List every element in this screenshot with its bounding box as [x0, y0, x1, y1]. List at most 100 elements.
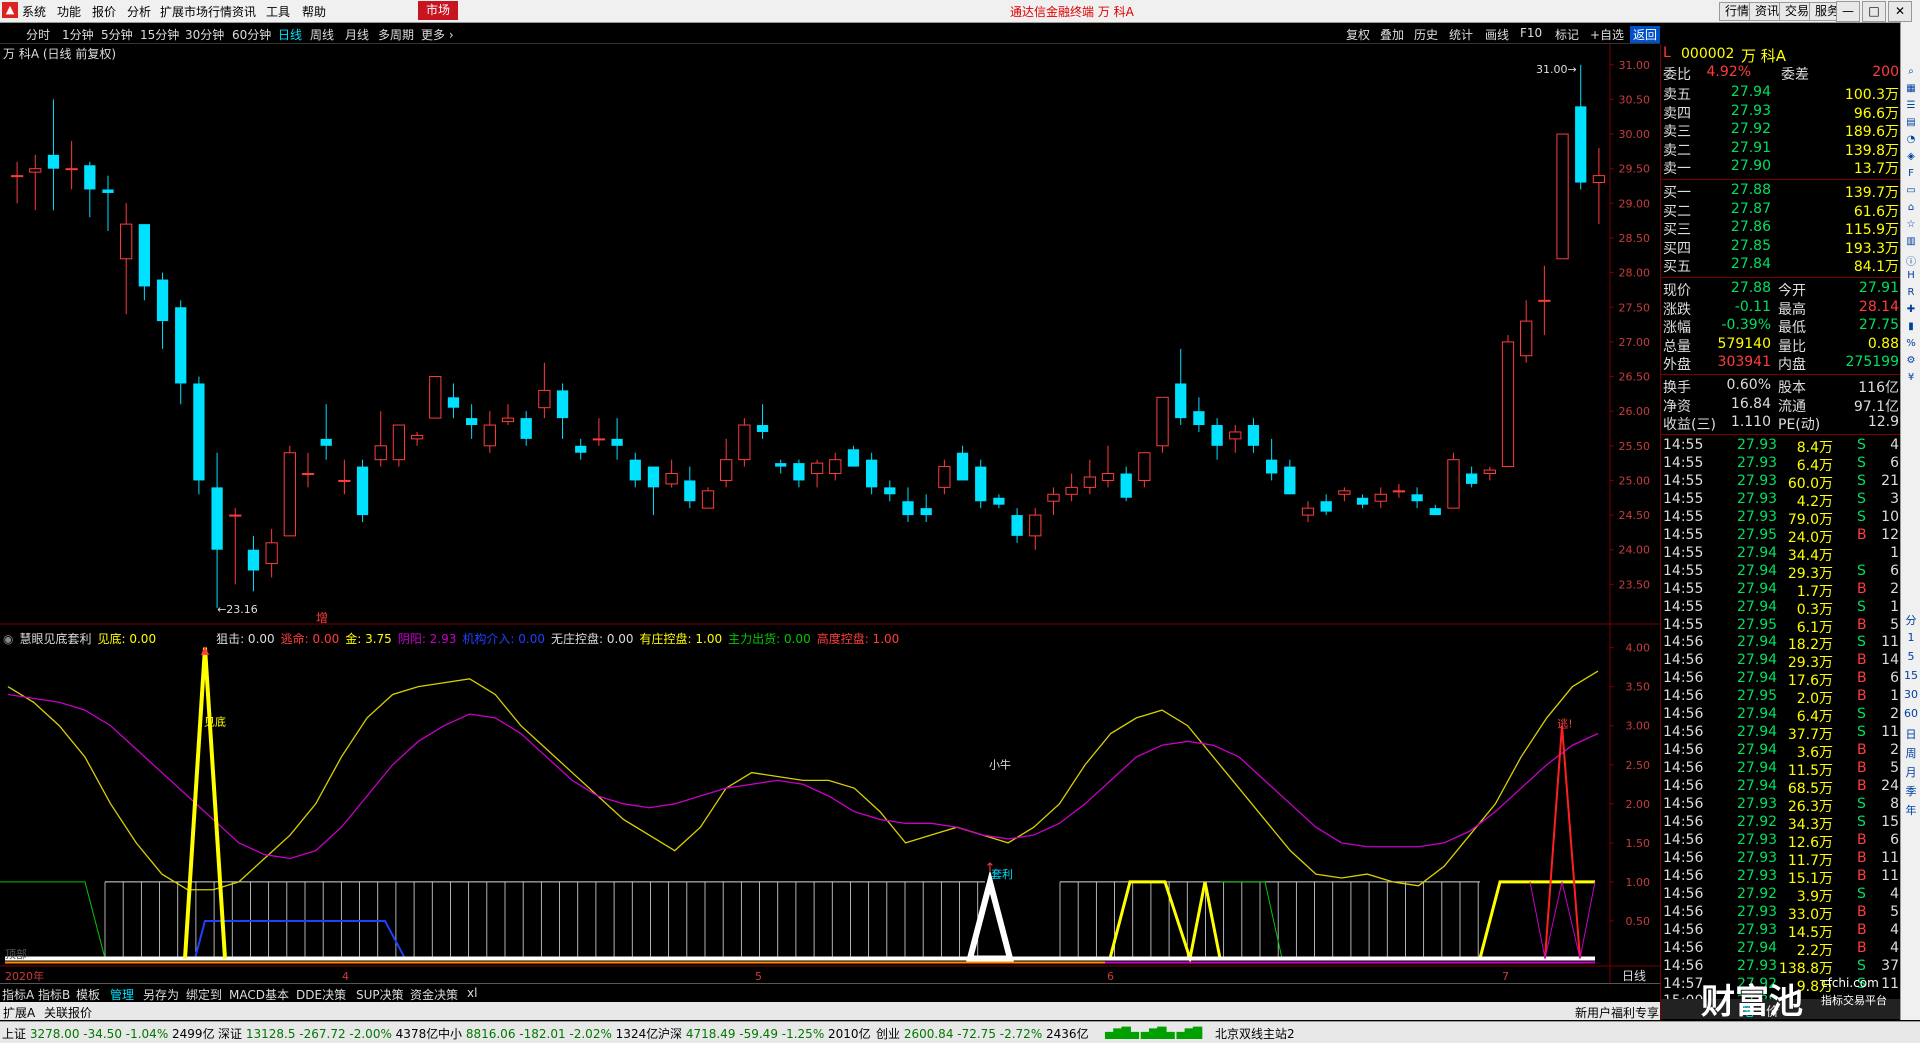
indicator-tab-4[interactable]: 另存为 [143, 986, 179, 1003]
period-6[interactable]: 日线 [278, 26, 302, 43]
market-tab[interactable]: 市场 [418, 1, 459, 20]
tool-3[interactable]: 统计 [1449, 26, 1473, 43]
plus-icon[interactable]: ✚ [1903, 304, 1919, 319]
tool-4[interactable]: 画线 [1485, 26, 1509, 43]
orderbook-row[interactable]: 买一 27.88 139.7万 [1661, 182, 1901, 201]
menu-item-5[interactable]: 资讯 [232, 3, 256, 20]
menu-item-1[interactable]: 功能 [57, 3, 81, 20]
list-icon[interactable]: ☰ [1903, 100, 1919, 115]
period-5[interactable]: 60分钟 [232, 26, 271, 43]
tool-0[interactable]: 复权 [1346, 26, 1370, 43]
cash-icon[interactable]: ¥ [1903, 372, 1919, 387]
indicator-name[interactable]: 慧眼见底套利 [19, 632, 91, 646]
period-0[interactable]: 分时 [26, 26, 50, 43]
sidebar-period-0[interactable]: 分 [1903, 612, 1919, 627]
indicator-tab-2[interactable]: 模板 [76, 986, 100, 1003]
tool-5[interactable]: F10 [1520, 26, 1542, 40]
close-icon[interactable]: ✕ [1888, 1, 1912, 22]
search-icon[interactable]: ⌕ [1903, 66, 1919, 81]
sidebar-period-10[interactable]: 年 [1903, 802, 1919, 817]
menu-item-0[interactable]: 系统 [22, 3, 46, 20]
sidebar-period-1[interactable]: 1 [1903, 631, 1919, 646]
indicator-tab-3[interactable]: 管理 [110, 986, 134, 1003]
period-10[interactable]: 更多 › [421, 26, 454, 43]
menu-item-3[interactable]: 分析 [127, 3, 151, 20]
sub-bar-right[interactable]: 关联报价 [44, 1004, 92, 1021]
rate-icon[interactable]: % [1903, 338, 1919, 353]
tool-2[interactable]: 历史 [1414, 26, 1438, 43]
sidebar-period-6[interactable]: 日 [1903, 726, 1919, 741]
orderbook-row[interactable]: 卖一 27.90 13.7万 [1661, 158, 1901, 177]
period-1[interactable]: 1分钟 [62, 26, 94, 43]
tool-8[interactable]: 返回 [1630, 26, 1660, 43]
period-8[interactable]: 月线 [345, 26, 369, 43]
indicator-tab-7[interactable]: DDE决策 [296, 986, 346, 1003]
sidebar-period-9[interactable]: 季 [1903, 783, 1919, 798]
sub-bar-left[interactable]: 扩展A [3, 1004, 35, 1021]
period-3[interactable]: 15分钟 [140, 26, 179, 43]
indicator-tab-9[interactable]: 资金决策 [410, 986, 458, 1003]
tool-6[interactable]: 标记 [1555, 26, 1579, 43]
orderbook-row[interactable]: 买二 27.87 61.6万 [1661, 201, 1901, 220]
grid-icon[interactable]: ▦ [1903, 83, 1919, 98]
indicator-tab-0[interactable]: 指标A [2, 986, 34, 1003]
index-item[interactable]: 创业 2600.84 -72.75 -2.72% 2436亿 [876, 1025, 1089, 1042]
orderbook-row[interactable]: 买五 27.84 84.1万 [1661, 256, 1901, 275]
bell-icon[interactable]: ◔ [1903, 134, 1919, 149]
news-icon[interactable]: ▥ [1903, 236, 1919, 251]
indicator-tab-10[interactable]: xl [467, 986, 477, 1000]
maximize-icon[interactable]: □ [1862, 1, 1886, 22]
menu-item-6[interactable]: 工具 [266, 3, 290, 20]
index-item[interactable]: 中小 8816.06 -182.01 -2.02% 1324亿 [438, 1025, 658, 1042]
indicator-name-icon[interactable]: ◉ [3, 632, 13, 646]
tool-7[interactable]: +自选 [1590, 26, 1624, 43]
sidebar-period-4[interactable]: 30 [1903, 688, 1919, 703]
period-4[interactable]: 30分钟 [185, 26, 224, 43]
period-2[interactable]: 5分钟 [101, 26, 133, 43]
sidebar-period-5[interactable]: 60 [1903, 707, 1919, 722]
minimize-icon[interactable]: — [1836, 1, 1860, 22]
orderbook-row[interactable]: 卖五 27.94 100.3万 [1661, 84, 1901, 103]
gear-icon[interactable]: ⚙ [1903, 355, 1919, 370]
f10-icon[interactable]: F [1903, 168, 1919, 183]
sidebar-period-3[interactable]: 15 [1903, 669, 1919, 684]
period-9[interactable]: 多周期 [378, 26, 414, 43]
orderbook-row[interactable]: 卖三 27.92 189.6万 [1661, 121, 1901, 140]
info-icon[interactable]: ⓘ [1903, 253, 1919, 268]
price-tick-label: 24.00 [1619, 544, 1651, 557]
orderbook-row[interactable]: 买四 27.85 193.3万 [1661, 238, 1901, 257]
sidebar-period-2[interactable]: 5 [1903, 650, 1919, 665]
star-icon[interactable]: ☆ [1903, 219, 1919, 234]
doc-icon[interactable]: ▭ [1903, 185, 1919, 200]
kline-chart[interactable]: 31.00 30.50 30.00 29.50 29.00 28.50 28.00 27.50… [0, 44, 1660, 984]
server-name[interactable]: 北京双线主站2 [1215, 1025, 1295, 1042]
menu-item-2[interactable]: 报价 [92, 3, 116, 20]
sidebar-period-7[interactable]: 周 [1903, 745, 1919, 760]
indicator-tab-6[interactable]: MACD基本 [229, 986, 289, 1003]
orderbook-row[interactable]: 卖二 27.91 139.8万 [1661, 140, 1901, 159]
tick-count: 10 [1881, 508, 1899, 525]
tick-time: 14:56 [1663, 760, 1704, 777]
sidebar-period-8[interactable]: 月 [1903, 764, 1919, 779]
hk-icon[interactable]: H [1903, 270, 1919, 285]
bar-icon[interactable]: ▮ [1903, 321, 1919, 336]
orderbook-row[interactable]: 买三 27.86 115.9万 [1661, 219, 1901, 238]
indicator-param-3: 金: 3.75 [345, 632, 392, 646]
menu-item-7[interactable]: 帮助 [302, 3, 326, 20]
promo-link[interactable]: 新用户福利专享 [1575, 1004, 1659, 1021]
index-item[interactable]: 上证 3278.00 -34.50 -1.04% 2499亿 [2, 1025, 215, 1042]
indicator-tab-1[interactable]: 指标B [38, 986, 70, 1003]
rsi-icon[interactable]: R [1903, 287, 1919, 302]
tool-1[interactable]: 叠加 [1380, 26, 1404, 43]
candle [1083, 459, 1096, 495]
orderbook-row[interactable]: 卖四 27.93 96.6万 [1661, 103, 1901, 122]
indicator-tab-8[interactable]: SUP决策 [356, 986, 404, 1003]
menu-item-4[interactable]: 扩展市场行情 [160, 3, 232, 20]
index-item[interactable]: 沪深 4718.49 -59.49 -1.25% 2010亿 [658, 1025, 871, 1042]
indicator-tab-5[interactable]: 绑定到 [186, 986, 222, 1003]
index-item[interactable]: 深证 13128.5 -267.72 -2.00% 4378亿 [218, 1025, 438, 1042]
period-7[interactable]: 周线 [310, 26, 334, 43]
home-icon[interactable]: ⌂ [1903, 202, 1919, 217]
chart-icon[interactable]: ▤ [1903, 117, 1919, 132]
fund-icon[interactable]: ◈ [1903, 151, 1919, 166]
